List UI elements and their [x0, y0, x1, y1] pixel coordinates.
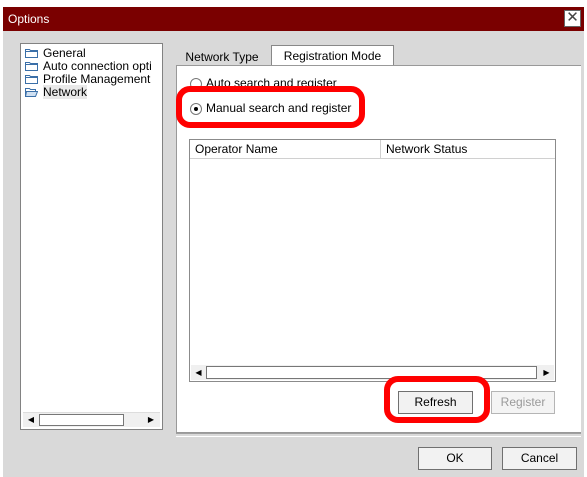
- options-tree[interactable]: General Auto connection opti Profile Man…: [20, 43, 163, 430]
- window-title: Options: [8, 12, 50, 26]
- tab-network-type[interactable]: Network Type: [179, 47, 265, 67]
- radio-selected-dot: [194, 107, 198, 111]
- column-header-operator-name[interactable]: Operator Name: [190, 140, 381, 158]
- scroll-right-icon[interactable]: ▶: [540, 366, 553, 379]
- scroll-left-icon[interactable]: ◀: [192, 366, 205, 379]
- ok-button[interactable]: OK: [418, 447, 492, 470]
- folder-icon: [25, 75, 38, 84]
- tree-item-label: Profile Management: [43, 72, 151, 86]
- tree-item-label: Network: [43, 85, 88, 99]
- scrollbar-thumb[interactable]: [206, 366, 537, 379]
- scroll-left-icon[interactable]: ◀: [25, 414, 37, 426]
- radio-auto-search[interactable]: [190, 78, 202, 90]
- list-header: Operator Name Network Status: [190, 140, 555, 159]
- divider: [176, 433, 581, 437]
- scroll-right-icon[interactable]: ▶: [145, 414, 157, 426]
- folder-icon: [25, 49, 38, 58]
- folder-open-icon: [25, 88, 38, 97]
- radio-auto-search-label: Auto search and register: [206, 76, 337, 90]
- operator-list[interactable]: Operator Name Network Status ◀ ▶: [189, 139, 556, 382]
- tab-registration-mode[interactable]: Registration Mode: [271, 45, 394, 65]
- tree-item-label: Auto connection opti: [43, 59, 152, 73]
- tree-horizontal-scrollbar[interactable]: ◀ ▶: [23, 412, 160, 427]
- list-horizontal-scrollbar[interactable]: ◀ ▶: [191, 365, 554, 380]
- tree-item-label: General: [43, 46, 86, 60]
- radio-manual-search[interactable]: [190, 103, 202, 115]
- cancel-button[interactable]: Cancel: [502, 447, 577, 470]
- scrollbar-thumb[interactable]: [39, 414, 124, 426]
- folder-icon: [25, 62, 38, 71]
- close-button[interactable]: ✕: [564, 10, 581, 27]
- title-bar: Options ✕: [3, 7, 584, 31]
- tree-item-network[interactable]: Network: [25, 85, 88, 99]
- close-icon: ✕: [566, 9, 579, 26]
- column-header-network-status[interactable]: Network Status: [381, 140, 555, 158]
- radio-manual-search-label: Manual search and register: [206, 101, 352, 115]
- refresh-button[interactable]: Refresh: [398, 391, 473, 414]
- register-button[interactable]: Register: [491, 391, 555, 414]
